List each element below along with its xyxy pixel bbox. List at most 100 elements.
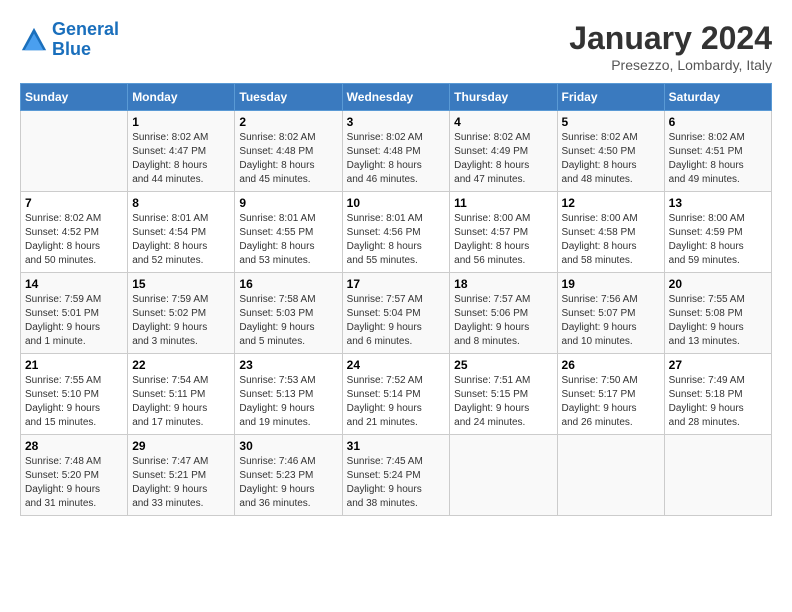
logo-blue: Blue [52, 39, 91, 59]
calendar-cell: 4Sunrise: 8:02 AM Sunset: 4:49 PM Daylig… [450, 111, 557, 192]
weekday-header: Tuesday [235, 84, 342, 111]
day-number: 27 [669, 358, 767, 372]
logo-icon [20, 26, 48, 54]
weekday-header-row: SundayMondayTuesdayWednesdayThursdayFrid… [21, 84, 772, 111]
location-subtitle: Presezzo, Lombardy, Italy [569, 57, 772, 73]
calendar-cell: 16 Sunrise: 7:58 AM Sunset: 5:03 PM Dayli… [235, 273, 342, 354]
title-area: January 2024 Presezzo, Lombardy, Italy [569, 20, 772, 73]
day-info: Sunrise: 8:01 AM Sunset: 4:54 PM Dayligh… [132, 212, 230, 268]
day-number: 22 [132, 358, 230, 372]
day-number: 7 [25, 196, 123, 210]
day-info: Sunrise: 8:00 AM Sunset: 4:58 PM Dayligh… [562, 212, 660, 268]
day-info: Sunrise: 7:49 AM Sunset: 5:18 PM Dayligh… [669, 374, 767, 430]
calendar-cell: 17 Sunrise: 7:57 AM Sunset: 5:04 PM Dayli… [342, 273, 450, 354]
day-info: Sunrise: 8:02 AM Sunset: 4:47 PM Dayligh… [132, 131, 230, 187]
calendar-week-row: 1 Sunrise: 8:02 AM Sunset: 4:47 PM Daylig… [21, 111, 772, 192]
weekday-header: Wednesday [342, 84, 450, 111]
day-number: 19 [562, 277, 660, 291]
day-info: Sunrise: 7:51 AM Sunset: 5:15 PM Dayligh… [454, 374, 552, 430]
day-number: 28 [25, 439, 123, 453]
calendar-cell: 14Sunrise: 7:59 AM Sunset: 5:01 PM Dayli… [21, 273, 128, 354]
day-number: 17 [347, 277, 446, 291]
day-info: Sunrise: 7:52 AM Sunset: 5:14 PM Dayligh… [347, 374, 446, 430]
day-info: Sunrise: 7:47 AM Sunset: 5:21 PM Dayligh… [132, 455, 230, 511]
day-info: Sunrise: 8:00 AM Sunset: 4:57 PM Dayligh… [454, 212, 552, 268]
day-number: 15 [132, 277, 230, 291]
calendar-cell: 15 Sunrise: 7:59 AM Sunset: 5:02 PM Dayli… [128, 273, 235, 354]
day-info: Sunrise: 7:59 AM Sunset: 5:01 PM Dayligh… [25, 293, 123, 349]
day-number: 20 [669, 277, 767, 291]
calendar-cell: 12Sunrise: 8:00 AM Sunset: 4:58 PM Dayli… [557, 192, 664, 273]
calendar-week-row: 14Sunrise: 7:59 AM Sunset: 5:01 PM Dayli… [21, 273, 772, 354]
calendar-cell: 8Sunrise: 8:01 AM Sunset: 4:54 PM Daylig… [128, 192, 235, 273]
calendar-cell: 20 Sunrise: 7:55 AM Sunset: 5:08 PM Dayli… [664, 273, 771, 354]
day-info: Sunrise: 7:58 AM Sunset: 5:03 PM Dayligh… [239, 293, 337, 349]
calendar-cell: 26 Sunrise: 7:50 AM Sunset: 5:17 PM Dayli… [557, 354, 664, 435]
day-number: 29 [132, 439, 230, 453]
calendar-cell [21, 111, 128, 192]
day-number: 30 [239, 439, 337, 453]
day-number: 31 [347, 439, 446, 453]
calendar-cell: 31Sunrise: 7:45 AM Sunset: 5:24 PM Dayli… [342, 435, 450, 516]
weekday-header: Friday [557, 84, 664, 111]
day-info: Sunrise: 8:02 AM Sunset: 4:49 PM Dayligh… [454, 131, 552, 187]
calendar-cell: 27 Sunrise: 7:49 AM Sunset: 5:18 PM Dayli… [664, 354, 771, 435]
day-number: 3 [347, 115, 446, 129]
day-number: 24 [347, 358, 446, 372]
day-number: 10 [347, 196, 446, 210]
logo: General Blue [20, 20, 119, 60]
weekday-header: Thursday [450, 84, 557, 111]
day-number: 18 [454, 277, 552, 291]
calendar-cell: 22Sunrise: 7:54 AM Sunset: 5:11 PM Dayli… [128, 354, 235, 435]
day-number: 13 [669, 196, 767, 210]
day-number: 11 [454, 196, 552, 210]
calendar-table: SundayMondayTuesdayWednesdayThursdayFrid… [20, 83, 772, 516]
day-info: Sunrise: 7:55 AM Sunset: 5:08 PM Dayligh… [669, 293, 767, 349]
day-info: Sunrise: 8:02 AM Sunset: 4:52 PM Dayligh… [25, 212, 123, 268]
calendar-cell: 2 Sunrise: 8:02 AM Sunset: 4:48 PM Daylig… [235, 111, 342, 192]
day-number: 26 [562, 358, 660, 372]
day-number: 1 [132, 115, 230, 129]
day-number: 25 [454, 358, 552, 372]
day-number: 6 [669, 115, 767, 129]
day-info: Sunrise: 7:55 AM Sunset: 5:10 PM Dayligh… [25, 374, 123, 430]
logo-general: General [52, 19, 119, 39]
calendar-cell [557, 435, 664, 516]
day-info: Sunrise: 8:02 AM Sunset: 4:51 PM Dayligh… [669, 131, 767, 187]
calendar-cell: 5 Sunrise: 8:02 AM Sunset: 4:50 PM Daylig… [557, 111, 664, 192]
calendar-cell: 7 Sunrise: 8:02 AM Sunset: 4:52 PM Daylig… [21, 192, 128, 273]
calendar-cell: 11 Sunrise: 8:00 AM Sunset: 4:57 PM Dayli… [450, 192, 557, 273]
calendar-cell: 6 Sunrise: 8:02 AM Sunset: 4:51 PM Daylig… [664, 111, 771, 192]
calendar-cell: 3 Sunrise: 8:02 AM Sunset: 4:48 PM Daylig… [342, 111, 450, 192]
day-number: 16 [239, 277, 337, 291]
day-info: Sunrise: 8:01 AM Sunset: 4:55 PM Dayligh… [239, 212, 337, 268]
weekday-header: Saturday [664, 84, 771, 111]
weekday-header: Sunday [21, 84, 128, 111]
day-info: Sunrise: 7:53 AM Sunset: 5:13 PM Dayligh… [239, 374, 337, 430]
calendar-cell: 21Sunrise: 7:55 AM Sunset: 5:10 PM Dayli… [21, 354, 128, 435]
calendar-week-row: 7 Sunrise: 8:02 AM Sunset: 4:52 PM Daylig… [21, 192, 772, 273]
calendar-week-row: 21Sunrise: 7:55 AM Sunset: 5:10 PM Dayli… [21, 354, 772, 435]
day-info: Sunrise: 7:57 AM Sunset: 5:04 PM Dayligh… [347, 293, 446, 349]
calendar-cell: 30Sunrise: 7:46 AM Sunset: 5:23 PM Dayli… [235, 435, 342, 516]
calendar-cell: 18 Sunrise: 7:57 AM Sunset: 5:06 PM Dayli… [450, 273, 557, 354]
day-number: 5 [562, 115, 660, 129]
calendar-cell: 10Sunrise: 8:01 AM Sunset: 4:56 PM Dayli… [342, 192, 450, 273]
calendar-cell: 19 Sunrise: 7:56 AM Sunset: 5:07 PM Dayli… [557, 273, 664, 354]
day-number: 2 [239, 115, 337, 129]
day-info: Sunrise: 7:56 AM Sunset: 5:07 PM Dayligh… [562, 293, 660, 349]
month-title: January 2024 [569, 20, 772, 57]
calendar-cell: 28 Sunrise: 7:48 AM Sunset: 5:20 PM Dayli… [21, 435, 128, 516]
calendar-cell [664, 435, 771, 516]
day-info: Sunrise: 7:48 AM Sunset: 5:20 PM Dayligh… [25, 455, 123, 511]
day-number: 23 [239, 358, 337, 372]
calendar-cell: 24 Sunrise: 7:52 AM Sunset: 5:14 PM Dayli… [342, 354, 450, 435]
calendar-cell: 23 Sunrise: 7:53 AM Sunset: 5:13 PM Dayli… [235, 354, 342, 435]
day-info: Sunrise: 8:00 AM Sunset: 4:59 PM Dayligh… [669, 212, 767, 268]
day-info: Sunrise: 8:02 AM Sunset: 4:50 PM Dayligh… [562, 131, 660, 187]
day-info: Sunrise: 8:02 AM Sunset: 4:48 PM Dayligh… [347, 131, 446, 187]
day-info: Sunrise: 7:57 AM Sunset: 5:06 PM Dayligh… [454, 293, 552, 349]
day-info: Sunrise: 7:59 AM Sunset: 5:02 PM Dayligh… [132, 293, 230, 349]
day-info: Sunrise: 7:50 AM Sunset: 5:17 PM Dayligh… [562, 374, 660, 430]
day-info: Sunrise: 8:02 AM Sunset: 4:48 PM Dayligh… [239, 131, 337, 187]
